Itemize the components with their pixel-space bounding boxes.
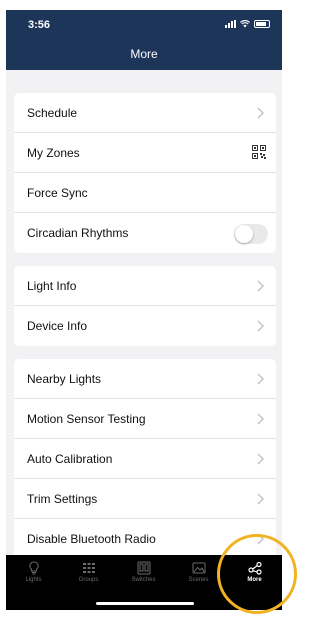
chevron-right-icon <box>257 107 265 119</box>
status-time: 3:56 <box>28 19 51 31</box>
battery-icon <box>254 20 270 28</box>
menu-item-label: Auto Calibration <box>27 451 113 466</box>
menu-item-label: Disable Bluetooth Radio <box>27 532 156 546</box>
menu-item-my-zones[interactable]: My Zones <box>14 133 276 173</box>
chevron-right-icon <box>257 373 265 385</box>
menu-item-trim-settings[interactable]: Trim Settings <box>14 479 276 519</box>
toggle-knob <box>235 225 253 243</box>
tab-label: Groups <box>78 577 99 583</box>
tab-lights[interactable]: Lights <box>6 561 61 591</box>
tab-switches[interactable]: Switches <box>116 561 171 591</box>
menu-item-label: Circadian Rhythms <box>27 226 129 240</box>
nav-bar: More <box>6 38 282 70</box>
signal-icon <box>225 20 236 28</box>
status-icons <box>225 20 270 28</box>
menu-item-label: Device Info <box>27 319 88 333</box>
groups-icon <box>82 563 95 573</box>
chevron-right-icon <box>257 493 265 505</box>
settings-group-tools: Nearby Lights Motion Sensor Testing Auto… <box>14 359 276 559</box>
menu-item-nearby-lights[interactable]: Nearby Lights <box>14 359 276 399</box>
menu-item-light-info[interactable]: Light Info <box>14 266 276 306</box>
menu-item-label: My Zones <box>27 145 80 160</box>
settings-group-general: Schedule My Zones Force Sync Circadian R… <box>14 93 276 253</box>
highlight-annotation-circle <box>217 534 297 614</box>
status-bar: 3:56 <box>6 10 282 38</box>
chevron-right-icon <box>257 280 265 292</box>
lightbulb-icon <box>28 561 39 575</box>
switches-icon <box>137 561 150 575</box>
menu-item-label: Schedule <box>27 105 78 120</box>
menu-item-label: Trim Settings <box>27 491 98 506</box>
page-title: More <box>130 47 158 61</box>
home-indicator <box>96 602 194 605</box>
tab-groups[interactable]: Groups <box>61 561 116 591</box>
wifi-icon <box>240 20 250 28</box>
menu-item-circadian-rhythms: Circadian Rhythms <box>14 213 276 253</box>
menu-item-schedule[interactable]: Schedule <box>14 93 276 133</box>
chevron-right-icon <box>257 413 265 425</box>
menu-item-auto-calibration[interactable]: Auto Calibration <box>14 439 276 479</box>
tab-label: Scenes <box>188 577 209 583</box>
tab-label: Lights <box>25 577 42 583</box>
app-screen: 3:56 More Schedule My Zones Force Sync C… <box>6 10 282 610</box>
menu-item-label: Light Info <box>27 278 77 293</box>
chevron-right-icon <box>257 453 265 465</box>
tab-label: Switches <box>131 577 156 583</box>
chevron-right-icon <box>257 320 265 332</box>
menu-item-label: Force Sync <box>27 185 88 200</box>
scenes-icon <box>192 562 205 574</box>
menu-item-motion-sensor-testing[interactable]: Motion Sensor Testing <box>14 399 276 439</box>
menu-item-label: Nearby Lights <box>27 371 102 386</box>
menu-item-label: Motion Sensor Testing <box>27 411 146 426</box>
circadian-rhythms-toggle[interactable] <box>234 224 268 244</box>
menu-item-force-sync[interactable]: Force Sync <box>14 173 276 213</box>
menu-item-device-info[interactable]: Device Info <box>14 306 276 346</box>
settings-group-info: Light Info Device Info <box>14 266 276 346</box>
qr-code-icon[interactable] <box>252 145 266 159</box>
